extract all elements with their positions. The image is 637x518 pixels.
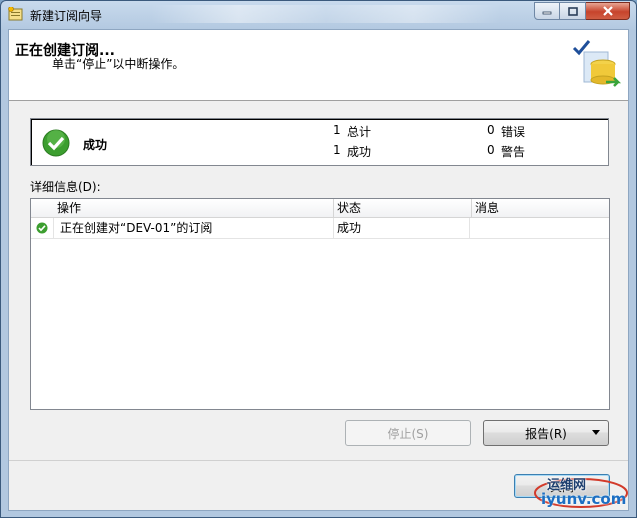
minimize-button[interactable] [534, 2, 560, 20]
title-bar[interactable]: 新建订阅向导 [1, 1, 636, 29]
total-label: 总计 [347, 125, 372, 139]
row-action: 正在创建对“DEV-01”的订阅 [53, 218, 333, 238]
column-header-message[interactable]: 消息 [471, 199, 609, 217]
table-header: 操作 状态 消息 [31, 199, 609, 218]
page-subtitle: 单击“停止”以中断操作。 [52, 57, 185, 71]
app-icon [8, 7, 23, 21]
title-bar-blur [151, 5, 501, 23]
row-status: 成功 [333, 218, 471, 238]
warning-label: 警告 [501, 145, 526, 159]
report-button-label: 报告(R) [525, 426, 567, 441]
window-title: 新建订阅向导 [30, 9, 103, 23]
column-header-action[interactable]: 操作 [57, 199, 333, 217]
row-message [469, 218, 609, 238]
table-row[interactable]: 正在创建对“DEV-01”的订阅 成功 [31, 218, 609, 239]
wizard-graphic-icon [572, 40, 622, 87]
column-header-status[interactable]: 状态 [333, 199, 473, 217]
footer-divider [9, 460, 628, 461]
minimize-icon [542, 11, 552, 15]
total-count: 1 [333, 123, 341, 137]
chevron-down-icon [592, 430, 600, 435]
wizard-window: 新建订阅向导 正在创建订阅... 单击“停止”以中断操作。 成功 1 总计 1 … [0, 0, 637, 518]
error-count: 0 [487, 123, 495, 137]
watermark: 运维网 iyunv.com [531, 471, 631, 511]
success-count-label: 成功 [347, 145, 372, 159]
details-label: 详细信息(D): [30, 180, 101, 194]
close-window-button[interactable] [586, 2, 630, 20]
success-icon [42, 129, 70, 157]
wizard-header: 正在创建订阅... 单击“停止”以中断操作。 [9, 30, 628, 101]
close-icon [602, 6, 613, 16]
stop-button[interactable]: 停止(S) [345, 420, 471, 446]
report-button[interactable]: 报告(R) [483, 420, 609, 446]
success-count: 1 [333, 143, 341, 157]
caption-buttons [534, 2, 630, 20]
details-table[interactable]: 操作 状态 消息 正在创建对“DEV-01”的订阅 成功 [30, 198, 610, 410]
error-label: 错误 [501, 125, 526, 139]
maximize-icon [567, 6, 578, 16]
overall-status: 成功 [83, 138, 108, 152]
summary-panel: 成功 1 总计 1 成功 0 错误 0 警告 [30, 118, 609, 166]
wizard-body: 正在创建订阅... 单击“停止”以中断操作。 成功 1 总计 1 成功 0 错误… [8, 29, 629, 511]
watermark-text-url: iyunv.com [541, 490, 627, 508]
maximize-button[interactable] [560, 2, 586, 20]
warning-count: 0 [487, 143, 495, 157]
success-icon [36, 222, 48, 234]
